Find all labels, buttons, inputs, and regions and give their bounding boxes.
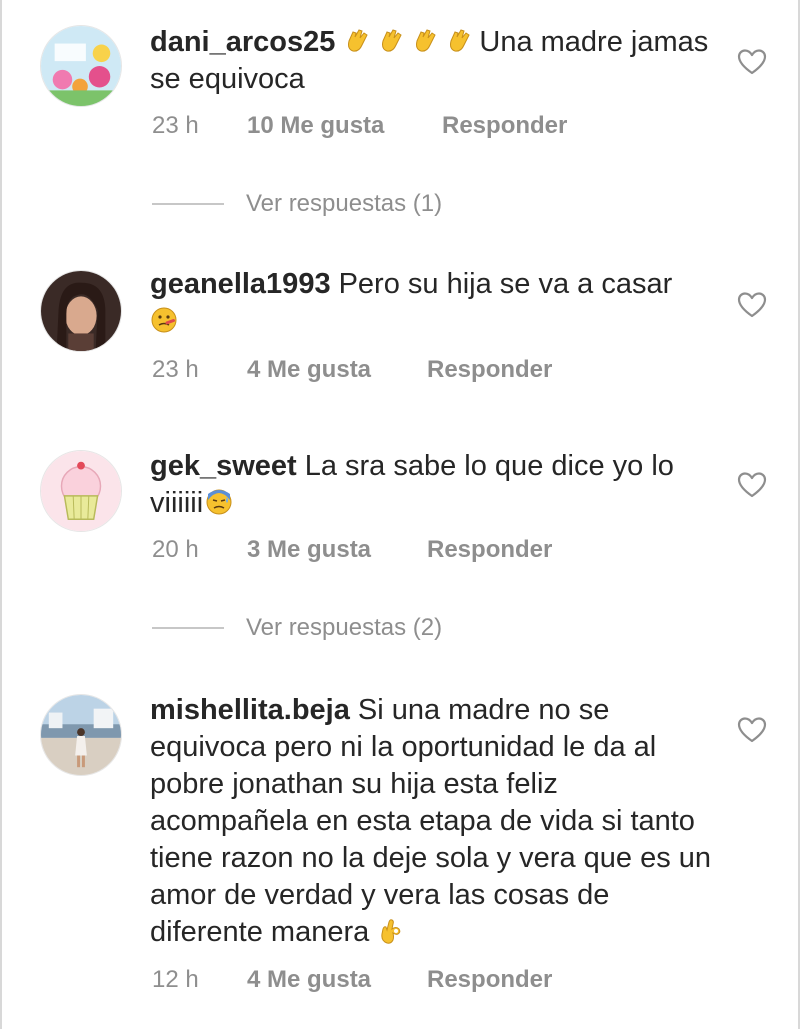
clapping-hands-emoji-icon [445, 27, 473, 55]
clapping-hands-emoji-icon [343, 27, 371, 55]
comment-meta: 20 h 3 Me gusta Responder [152, 536, 552, 564]
comment-username[interactable]: dani_arcos25 [150, 26, 335, 58]
comment-text: Si una madre no se equivoca pero ni la o… [150, 694, 712, 948]
view-replies-button[interactable]: Ver respuestas (2) [152, 614, 442, 642]
comment-meta: 23 h 10 Me gusta Responder [152, 112, 567, 140]
clapping-hands-emoji-icon [377, 27, 405, 55]
comment-likes[interactable]: 4 Me gusta [247, 356, 427, 384]
ok-hand-emoji-icon [377, 917, 405, 945]
reply-button[interactable]: Responder [427, 966, 552, 994]
comment-body: dani_arcos25 Una madre jamas se equivoca [150, 24, 720, 98]
comment-likes[interactable]: 4 Me gusta [247, 966, 427, 994]
comment-body: geanella1993 Pero su hija se va a casar [150, 266, 720, 340]
comment-meta: 23 h 4 Me gusta Responder [152, 356, 552, 384]
comment-time: 20 h [152, 536, 199, 563]
comment-username[interactable]: gek_sweet [150, 450, 297, 482]
reply-button[interactable]: Responder [427, 536, 552, 564]
heart-outline-icon[interactable] [737, 48, 767, 76]
comment-likes[interactable]: 3 Me gusta [247, 536, 427, 564]
comment-username[interactable]: geanella1993 [150, 268, 331, 300]
cupcake-avatar-image [41, 451, 121, 531]
divider-line [152, 203, 224, 205]
divider-line [152, 627, 224, 629]
reply-button[interactable]: Responder [442, 112, 567, 140]
view-replies-label: Ver respuestas (1) [246, 190, 443, 217]
heart-outline-icon[interactable] [737, 291, 767, 319]
view-replies-button[interactable]: Ver respuestas (1) [152, 190, 442, 218]
comment-meta: 12 h 4 Me gusta Responder [152, 966, 552, 994]
reply-button[interactable]: Responder [427, 356, 552, 384]
avatar[interactable] [40, 694, 122, 776]
comment-time: 12 h [152, 966, 199, 993]
avatar[interactable] [40, 25, 122, 107]
comment-username[interactable]: mishellita.beja [150, 694, 350, 726]
comment-likes[interactable]: 10 Me gusta [247, 112, 442, 140]
comment-body: gek_sweet La sra sabe lo que dice yo lo v… [150, 448, 720, 522]
comments-panel: dani_arcos25 Una madre jamas se equivoca … [0, 0, 800, 1029]
comment-text: Pero su hija se va a casar [338, 268, 673, 300]
comment-time: 23 h [152, 112, 199, 139]
downcast-face-with-sweat-emoji-icon [205, 488, 233, 516]
floral-illustration-avatar-image [41, 26, 121, 106]
heart-outline-icon[interactable] [737, 716, 767, 744]
comment-time: 23 h [152, 356, 199, 383]
view-replies-label: Ver respuestas (2) [246, 614, 443, 641]
face-with-thermometer-emoji-icon [150, 306, 178, 334]
comment-body: mishellita.beja Si una madre no se equivo… [150, 692, 720, 951]
portrait-photo-avatar-image [41, 271, 121, 351]
avatar[interactable] [40, 450, 122, 532]
beach-photo-avatar-image [41, 695, 121, 775]
clapping-hands-emoji-icon [411, 27, 439, 55]
heart-outline-icon[interactable] [737, 471, 767, 499]
avatar[interactable] [40, 270, 122, 352]
